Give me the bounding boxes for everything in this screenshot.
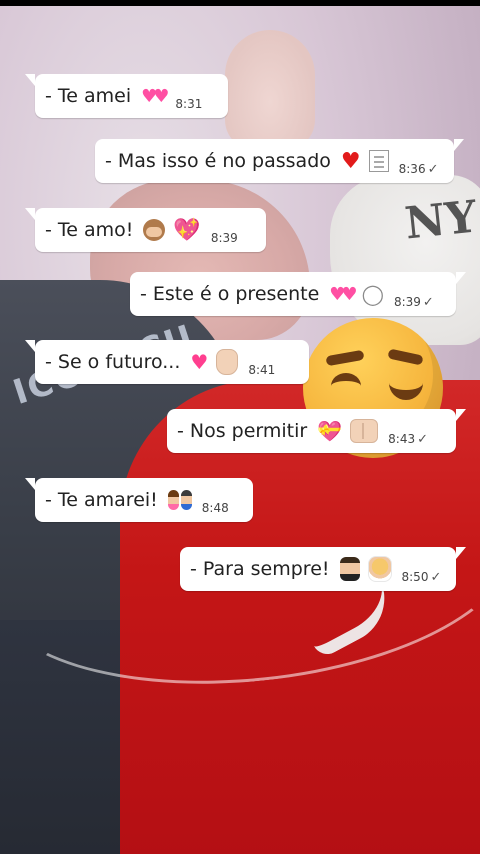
- two-hearts-icon: ♥♥: [329, 283, 357, 305]
- message-text: - Te amarei!: [45, 489, 158, 511]
- message-time: 8:43: [388, 432, 416, 446]
- message-text: - Este é o presente: [140, 283, 320, 305]
- message-text: - Se o futuro...: [45, 351, 181, 373]
- red-heart-icon: ♥: [340, 148, 361, 174]
- wink-eye-left: [331, 373, 361, 399]
- message-time: 8:41: [248, 363, 276, 377]
- wink-brow-right: [387, 348, 424, 366]
- message-time: 8:39: [210, 231, 238, 245]
- raising-hands-icon: [350, 419, 379, 443]
- message-text: - Te amo!: [45, 219, 134, 241]
- message-time: 8:31: [175, 97, 203, 111]
- message-text: - Nos permitir: [177, 420, 308, 442]
- see-no-evil-monkey-icon: [143, 219, 166, 241]
- message-text: - Te amei: [45, 85, 132, 107]
- message-bubble[interactable]: - Te amei ♥♥ 8:31: [25, 74, 228, 118]
- single-check-icon: ✓: [427, 161, 439, 177]
- sparkling-heart-icon: 💖: [173, 217, 201, 243]
- ring-icon: ◯: [361, 282, 384, 306]
- message-text: - Mas isso é no passado: [105, 150, 331, 172]
- message-bubble[interactable]: - Te amarei! 8:48: [25, 478, 253, 522]
- memo-icon: [368, 150, 389, 172]
- cap-logo-text: NY: [402, 191, 480, 250]
- message-text: - Para sempre!: [190, 558, 330, 580]
- single-check-icon: ✓: [422, 294, 434, 310]
- two-hearts-icon: ♥♥: [141, 85, 169, 107]
- single-check-icon: ✓: [417, 431, 428, 447]
- bride-icon: [367, 556, 392, 582]
- wink-eye-right: [389, 366, 423, 400]
- raised-hand-icon: [216, 349, 239, 375]
- heart-with-ribbon-icon: 💝: [317, 419, 343, 443]
- single-check-icon: ✓: [430, 569, 442, 585]
- message-bubble[interactable]: - Se o futuro... ♥ 8:41: [25, 340, 309, 384]
- heart-with-arrow-icon: ♥: [190, 350, 209, 374]
- message-time: 8:48: [201, 501, 229, 515]
- message-time: 8:39: [393, 295, 421, 309]
- message-bubble[interactable]: - Nos permitir 💝 8:43 ✓: [167, 409, 466, 453]
- message-time: 8:50: [401, 570, 429, 584]
- message-time: 8:36: [398, 162, 426, 176]
- groom-icon: [339, 557, 360, 581]
- message-bubble[interactable]: - Este é o presente ♥♥ ◯ 8:39 ✓: [130, 272, 466, 316]
- wink-brow-left: [325, 349, 365, 367]
- message-bubble[interactable]: - Mas isso é no passado ♥ 8:36 ✓: [95, 139, 464, 183]
- couple-with-heart-icon: [167, 488, 192, 512]
- background-hand: [225, 30, 315, 150]
- message-bubble[interactable]: - Para sempre! 8:50 ✓: [180, 547, 466, 591]
- message-bubble[interactable]: - Te amo! 💖 8:39: [25, 208, 266, 252]
